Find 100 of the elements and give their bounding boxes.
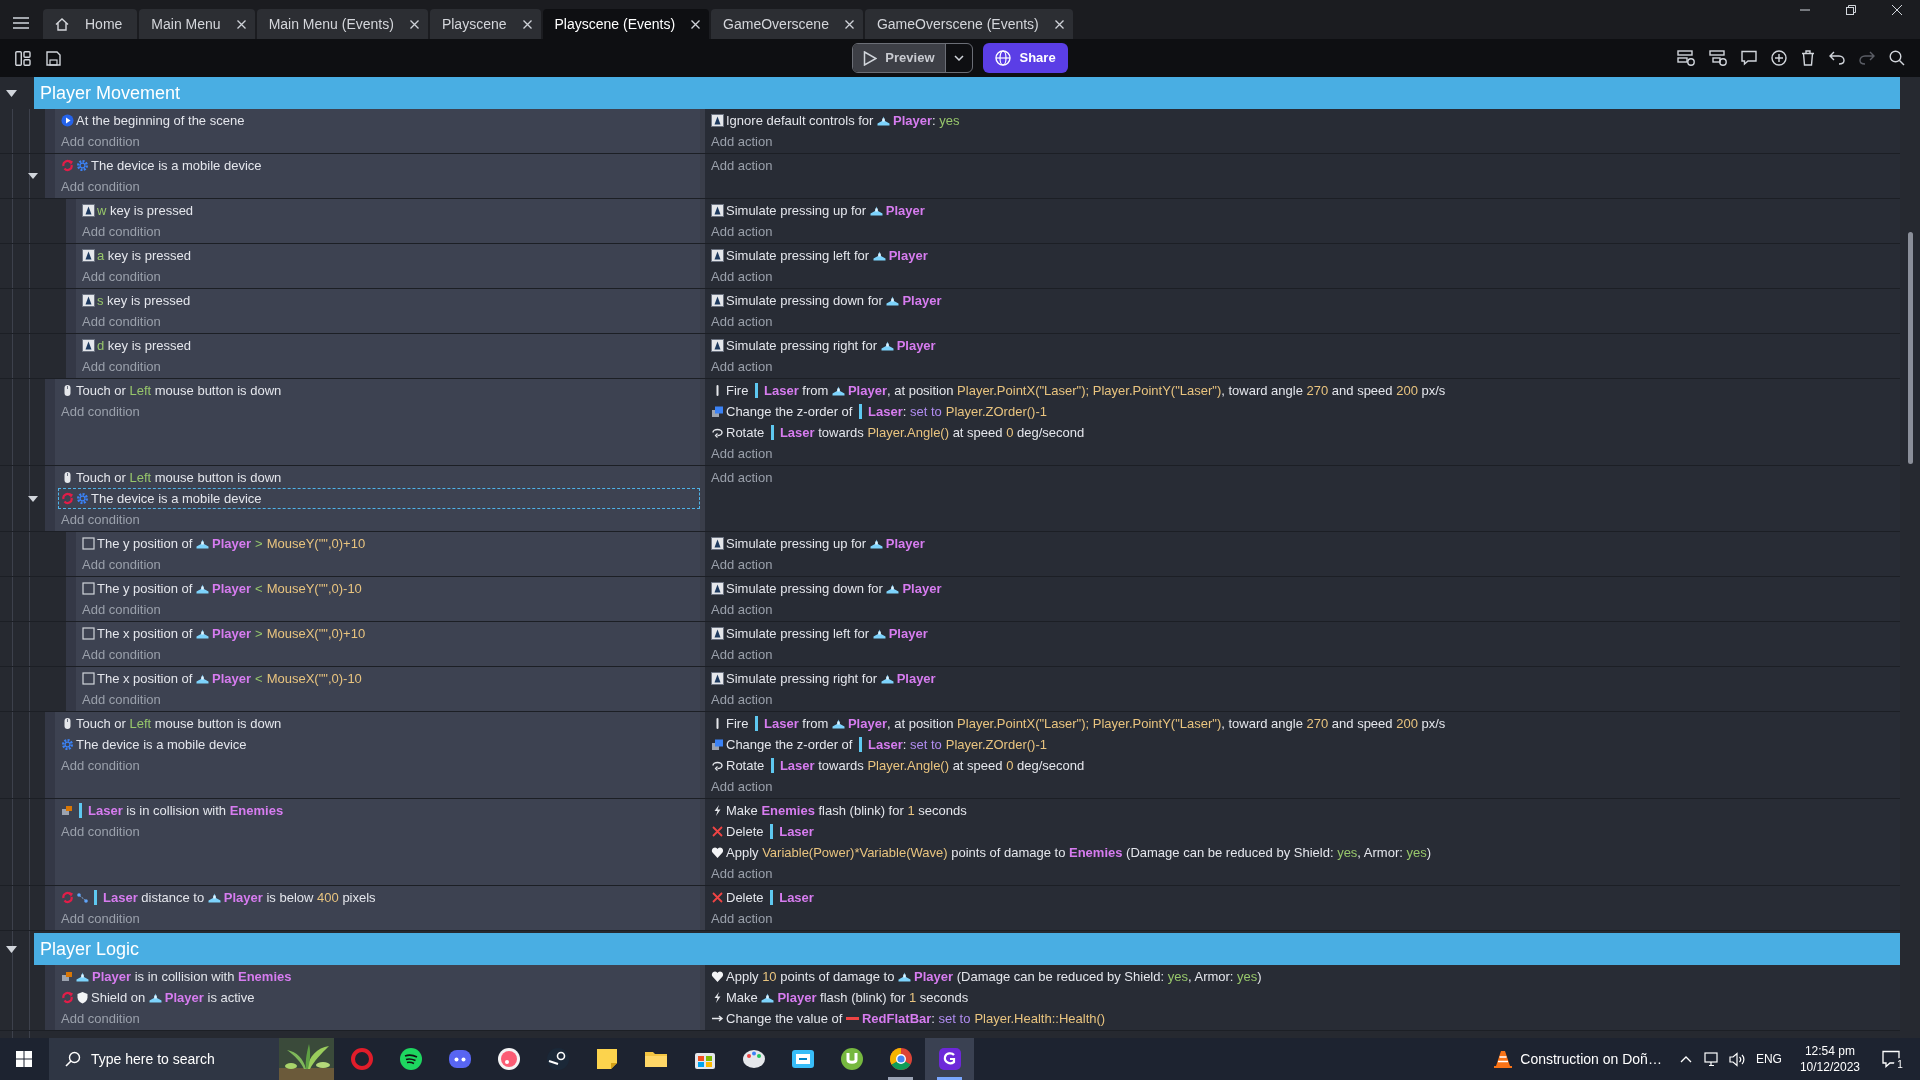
preview-button[interactable]: Preview bbox=[853, 44, 945, 72]
caret-icon[interactable] bbox=[28, 495, 38, 502]
close-icon[interactable] bbox=[844, 19, 854, 29]
editor-tab[interactable]: Home bbox=[43, 9, 138, 39]
editor-tab[interactable]: Main Menu (Events) bbox=[256, 9, 428, 39]
add-action-link[interactable]: Add action bbox=[711, 599, 773, 620]
editor-tab[interactable]: GameOverscene bbox=[711, 9, 863, 39]
condition-row[interactable]: w key is pressed bbox=[79, 200, 700, 221]
condition-row[interactable]: Laser distance to Player is below 400 pixels bbox=[58, 887, 700, 908]
add-condition-link[interactable]: Add condition bbox=[61, 176, 140, 197]
editor-tab[interactable]: Playscene (Events) bbox=[542, 9, 710, 39]
language-indicator[interactable]: ENG bbox=[1755, 1050, 1782, 1068]
add-action-link[interactable]: Add action bbox=[711, 443, 773, 464]
add-condition-link[interactable]: Add condition bbox=[61, 509, 140, 530]
drag-handle[interactable] bbox=[66, 334, 76, 378]
weather-text[interactable]: Construction on Doñ… bbox=[1520, 1048, 1662, 1070]
search-field[interactable]: Type here to search bbox=[85, 1038, 279, 1080]
drag-handle[interactable] bbox=[45, 109, 55, 153]
condition-row[interactable]: d key is pressed bbox=[79, 335, 700, 356]
share-button[interactable]: Share bbox=[982, 43, 1068, 73]
close-icon[interactable] bbox=[522, 19, 532, 29]
add-condition-link[interactable]: Add condition bbox=[82, 599, 161, 620]
condition-row[interactable]: The device is a mobile device bbox=[58, 488, 700, 509]
condition-row[interactable]: s key is pressed bbox=[79, 290, 700, 311]
add-condition-link[interactable]: Add condition bbox=[61, 401, 140, 422]
drag-handle[interactable] bbox=[66, 289, 76, 333]
add-condition-link[interactable]: Add condition bbox=[61, 131, 140, 152]
condition-row[interactable]: Touch or Left mouse button is down bbox=[58, 380, 700, 401]
add-action-link[interactable]: Add action bbox=[711, 689, 773, 710]
condition-row[interactable]: a key is pressed bbox=[79, 245, 700, 266]
clock-date[interactable]: 10/12/2023 bbox=[1799, 1059, 1860, 1075]
add-action-link[interactable]: Add action bbox=[711, 554, 773, 575]
drag-handle[interactable] bbox=[66, 244, 76, 288]
add-condition-link[interactable]: Add condition bbox=[82, 311, 161, 332]
drag-handle[interactable] bbox=[66, 577, 76, 621]
condition-row[interactable]: Touch or Left mouse button is down bbox=[58, 713, 700, 734]
close-icon[interactable] bbox=[236, 19, 246, 29]
add-event-icon[interactable] bbox=[1677, 50, 1695, 66]
drag-handle[interactable] bbox=[45, 154, 55, 198]
condition-row[interactable]: The x position of Player > MouseX("",0)+10 bbox=[79, 623, 700, 644]
condition-row[interactable]: Shield on Player is active bbox=[58, 987, 700, 1008]
comment-icon[interactable] bbox=[1741, 50, 1757, 66]
add-action-link[interactable]: Add action bbox=[711, 311, 773, 332]
close-icon[interactable] bbox=[409, 19, 419, 29]
add-condition-link[interactable]: Add condition bbox=[82, 689, 161, 710]
add-action-link[interactable]: Add action bbox=[711, 221, 773, 242]
add-condition-link[interactable]: Add condition bbox=[82, 554, 161, 575]
add-condition-link[interactable]: Add condition bbox=[61, 755, 140, 776]
close-icon[interactable] bbox=[1892, 5, 1902, 15]
caret-icon[interactable] bbox=[28, 173, 38, 179]
volume-icon[interactable] bbox=[1728, 1051, 1746, 1067]
delete-icon[interactable] bbox=[1801, 50, 1815, 66]
app-icon[interactable] bbox=[925, 1038, 974, 1080]
add-action-link[interactable]: Add action bbox=[711, 863, 773, 884]
chevron-up-icon[interactable] bbox=[1679, 1055, 1692, 1063]
add-condition-link[interactable]: Add condition bbox=[82, 356, 161, 377]
drag-handle[interactable] bbox=[45, 379, 55, 465]
condition-row[interactable]: Player is in collision with Enemies bbox=[58, 966, 700, 987]
add-sub-event-icon[interactable] bbox=[1709, 50, 1727, 66]
search-icon[interactable] bbox=[1889, 50, 1905, 66]
condition-row[interactable]: Touch or Left mouse button is down bbox=[58, 467, 700, 488]
caret-icon[interactable] bbox=[6, 945, 17, 953]
drag-handle[interactable] bbox=[45, 466, 55, 531]
notification-icon[interactable] bbox=[1882, 1050, 1900, 1068]
close-icon[interactable] bbox=[691, 19, 701, 29]
clock-time[interactable]: 12:54 pm bbox=[1804, 1043, 1855, 1059]
scrollbar-thumb[interactable] bbox=[1907, 232, 1913, 464]
condition-row[interactable]: The device is a mobile device bbox=[58, 734, 700, 755]
network-icon[interactable] bbox=[1703, 1051, 1721, 1067]
add-action-link[interactable]: Add action bbox=[711, 356, 773, 377]
condition-row[interactable]: The y position of Player > MouseY("",0)+10 bbox=[79, 533, 700, 554]
add-condition-link[interactable]: Add condition bbox=[61, 1008, 140, 1029]
undo-icon[interactable] bbox=[1829, 51, 1845, 65]
drag-handle[interactable] bbox=[66, 622, 76, 666]
windows-icon[interactable] bbox=[16, 1051, 32, 1067]
add-condition-link[interactable]: Add condition bbox=[82, 221, 161, 242]
drag-handle[interactable] bbox=[45, 886, 55, 930]
add-condition-link[interactable]: Add condition bbox=[61, 821, 140, 842]
close-icon[interactable] bbox=[1054, 19, 1064, 29]
condition-row[interactable]: The x position of Player < MouseX("",0)-10 bbox=[79, 668, 700, 689]
condition-row[interactable]: The y position of Player < MouseY("",0)-10 bbox=[79, 578, 700, 599]
drag-handle[interactable] bbox=[45, 712, 55, 798]
drag-handle[interactable] bbox=[66, 532, 76, 576]
add-condition-link[interactable]: Add condition bbox=[82, 644, 161, 665]
editor-tab[interactable]: Playscene bbox=[429, 9, 541, 39]
caret-icon[interactable] bbox=[6, 89, 17, 97]
save-icon[interactable] bbox=[46, 50, 61, 66]
add-action-link[interactable]: Add action bbox=[711, 908, 773, 929]
add-action-link[interactable]: Add action bbox=[711, 155, 773, 176]
drag-handle[interactable] bbox=[66, 199, 76, 243]
menu-icon[interactable] bbox=[13, 17, 29, 29]
editor-tab[interactable]: GameOverscene (Events) bbox=[864, 9, 1073, 39]
restore-icon[interactable] bbox=[1846, 5, 1856, 15]
add-icon[interactable] bbox=[1771, 50, 1787, 66]
condition-row[interactable]: Laser is in collision with Enemies bbox=[58, 800, 700, 821]
add-action-link[interactable]: Add action bbox=[711, 644, 773, 665]
add-action-link[interactable]: Add action bbox=[711, 266, 773, 287]
add-action-link[interactable]: Add action bbox=[711, 131, 773, 152]
add-action-link[interactable]: Add action bbox=[711, 776, 773, 797]
drag-handle[interactable] bbox=[66, 667, 76, 711]
